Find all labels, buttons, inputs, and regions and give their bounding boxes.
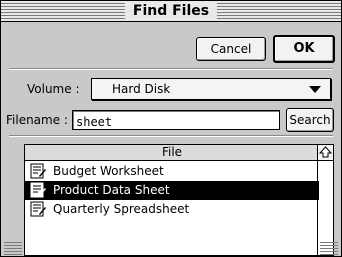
- volume-label: Volume :: [27, 82, 80, 96]
- file-name: Budget Worksheet: [53, 164, 164, 178]
- file-row-product-data-sheet[interactable]: Product Data Sheet: [25, 181, 319, 200]
- cancel-button[interactable]: Cancel: [196, 37, 266, 61]
- title-bar[interactable]: Find Files: [1, 1, 341, 22]
- scroll-up-arrow-icon[interactable]: [317, 145, 333, 161]
- file-list[interactable]: File Budget Worksheet Product Data Sheet…: [24, 144, 334, 256]
- filename-field[interactable]: [72, 110, 280, 131]
- file-name: Product Data Sheet: [53, 183, 170, 197]
- volume-popup-menu[interactable]: Hard Disk: [91, 78, 331, 100]
- triangle-down-icon: [309, 86, 321, 93]
- volume-value: Hard Disk: [112, 82, 171, 96]
- find-files-dialog: Find Files Cancel OK Volume : Hard Disk …: [0, 0, 342, 257]
- filename-input[interactable]: [73, 113, 279, 131]
- spreadsheet-document-icon: [30, 182, 46, 198]
- window-title: Find Files: [124, 1, 218, 21]
- spreadsheet-document-icon: [30, 201, 46, 217]
- ok-button[interactable]: OK: [273, 35, 335, 63]
- file-name: Quarterly Spreadsheet: [53, 202, 190, 216]
- file-column-header[interactable]: File: [25, 145, 319, 161]
- filename-label: Filename :: [6, 113, 68, 127]
- resize-grip-left: [4, 242, 22, 256]
- file-row-budget-worksheet[interactable]: Budget Worksheet: [25, 162, 319, 181]
- divider: [9, 135, 333, 137]
- file-row-quarterly-spreadsheet[interactable]: Quarterly Spreadsheet: [25, 200, 319, 219]
- resize-grip-right: [320, 242, 338, 256]
- divider: [9, 68, 333, 70]
- spreadsheet-document-icon: [30, 163, 46, 179]
- search-button[interactable]: Search: [286, 108, 334, 132]
